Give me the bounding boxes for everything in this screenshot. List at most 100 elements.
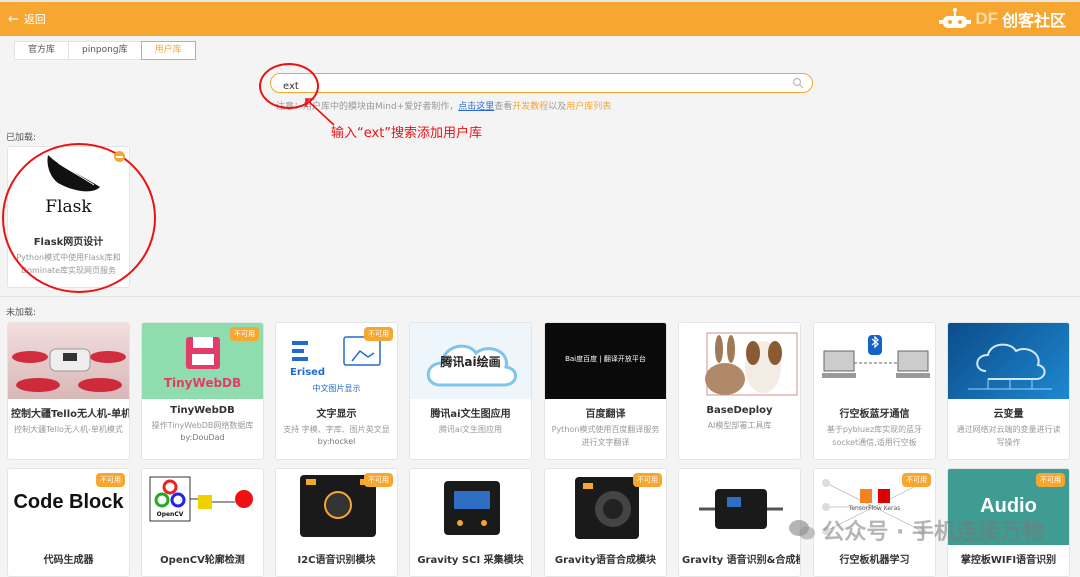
wechat-icon	[789, 520, 816, 540]
card-title: Gravity语音合成模块	[554, 555, 657, 566]
library-card-gravity-sci[interactable]: Gravity SCI 采集模块	[409, 468, 532, 577]
card-desc: 腾讯ai文生图应用	[438, 425, 503, 434]
unloaded-label: 未加载:	[6, 308, 37, 318]
library-card-tencent-ai[interactable]: 腾讯ai绘画 腾讯ai文生图应用 腾讯ai文生图应用	[409, 322, 532, 460]
brand-name: 创客社区	[1001, 11, 1066, 30]
search-box	[270, 73, 813, 95]
tab-pinpong[interactable]: pinpong库	[68, 41, 142, 60]
erised-text: Erised	[290, 367, 326, 378]
card-desc: Python模式使用百度翻译服务进行文字翻译	[551, 425, 660, 447]
library-card-tinywebdb[interactable]: 不可用 TinyWebDB TinyWebDB 操作TinyWebDB网络数据库…	[141, 322, 264, 460]
card-title: 文字显示	[316, 409, 357, 420]
card-author: by:hockel	[317, 437, 356, 446]
card-desc: 控制大疆Tello无人机-单机模式	[14, 425, 123, 434]
tello-thumb	[8, 323, 129, 399]
annotation-text: 输入“ext”搜索添加用户库	[331, 126, 483, 141]
card-title: 掌控板WIFI语音识别	[960, 555, 1057, 566]
sci-module-board-icon	[444, 481, 500, 535]
basedeploy-thumb	[679, 323, 800, 399]
cloud-variable-thumb	[948, 323, 1069, 399]
loaded-label: 已加载:	[6, 133, 37, 143]
card-title: Gravity SCI 采集模块	[417, 555, 524, 566]
note-mid2: 以及	[548, 102, 567, 112]
voice-tts-board-icon	[699, 489, 783, 529]
library-card-gravity-tts[interactable]: 不可用 Gravity语音合成模块	[544, 468, 667, 577]
remove-library-button[interactable]	[114, 151, 125, 162]
flask-thumb: Flask	[8, 147, 129, 223]
unavailable-badge: 不可用	[1036, 473, 1065, 487]
erised-subtext: 中文图片显示	[312, 384, 361, 393]
drone-icon	[12, 348, 126, 392]
library-card-code-generator[interactable]: 不可用 Code Block 代码生成器	[7, 468, 130, 577]
library-card-i2c-voice[interactable]: 不可用 I2C语音识别模块	[275, 468, 398, 577]
dev-tutorial-link[interactable]: 开发教程	[512, 102, 548, 112]
tinywebdb-thumb-text: TinyWebDB	[163, 376, 242, 390]
brand-latin: DF	[975, 9, 998, 28]
unavailable-badge: 不可用	[633, 473, 662, 487]
note-mid1: 查看	[494, 102, 513, 112]
library-card-text-display[interactable]: 不可用 Erised 中文图片显示 文字显示 支持 字模、字库、图片英文显示 b…	[275, 322, 398, 460]
unavailable-badge: 不可用	[230, 327, 259, 341]
loaded-card-flask[interactable]: Flask Flask网页设计 Python模式中使用Flask库和Domina…	[7, 146, 130, 288]
click-here-link[interactable]: 点击这里	[458, 102, 494, 112]
back-arrow-icon: ←	[8, 11, 19, 27]
card-title: I2C语音识别模块	[297, 555, 376, 566]
library-card-opencv[interactable]: OpenCV OpenCV轮廓检测	[141, 468, 264, 577]
search-icon[interactable]	[792, 77, 804, 89]
card-title: 代码生成器	[43, 555, 94, 566]
tab-official[interactable]: 官方库	[14, 41, 70, 60]
unavailable-badge: 不可用	[96, 473, 125, 487]
card-desc: Python模式中使用Flask库和Dominate库实现网页服务	[16, 253, 121, 275]
card-title: BaseDeploy	[706, 405, 773, 416]
card-title: TinyWebDB	[170, 405, 235, 416]
tab-user[interactable]: 用户库	[140, 41, 196, 60]
back-label: 返回	[23, 13, 46, 26]
card-title: 百度翻译	[585, 409, 626, 420]
bluetooth-thumb	[814, 323, 935, 399]
cloud-network-icon	[968, 343, 1052, 390]
library-card-cloud-variable[interactable]: 云变量 通过网络对云端的变量进行读写操作	[947, 322, 1070, 460]
code-block-thumb-text: Code Block	[13, 491, 124, 513]
card-title: 云变量	[993, 409, 1024, 420]
wechat-watermark: 公众号 · 手机连接万物	[788, 514, 1044, 546]
robot-logo-icon	[939, 8, 972, 28]
unavailable-badge: 不可用	[902, 473, 931, 487]
opencv-thumb-text: OpenCV	[156, 511, 184, 518]
library-list-link[interactable]: 用户库列表	[566, 102, 611, 112]
tencent-ai-thumb-text: 腾讯ai绘画	[440, 355, 501, 369]
card-desc: 操作TinyWebDB网络数据库	[151, 421, 254, 430]
tencent-ai-thumb: 腾讯ai绘画	[410, 323, 531, 399]
watermark-text: 公众号 · 手机连接万物	[822, 520, 1044, 545]
card-desc: 通过网络对云端的变量进行读写操作	[956, 425, 1061, 447]
library-card-tello[interactable]: 控制大疆Tello无人机-单机模式 控制大疆Tello无人机-单机模式	[7, 322, 130, 460]
gravity-sci-thumb	[410, 469, 531, 545]
card-title: Flask网页设计	[33, 237, 104, 248]
search-input[interactable]	[271, 78, 781, 95]
gravity-voice-tts-thumb	[679, 469, 800, 545]
card-title: OpenCV轮廓检测	[160, 555, 245, 566]
baidu-thumb-text: Bai度百度 | 翻译开放平台	[565, 355, 646, 363]
card-title: 行空板蓝牙通信	[839, 409, 910, 420]
library-tabs: 官方库 pinpong库 用户库	[14, 41, 196, 60]
baidu-thumb: Bai度百度 | 翻译开放平台	[545, 323, 666, 399]
top-bar: ← 返回 DF 创客社区	[0, 0, 1080, 36]
ml-thumb-text: TensorFlow Keras	[848, 505, 901, 512]
card-title: 行空板机器学习	[839, 555, 910, 566]
library-card-bluetooth[interactable]: 行空板蓝牙通信 基于pybluez库实现的蓝牙socket通信,适用行空板	[813, 322, 936, 460]
card-desc: 支持 字模、字库、图片英文显示	[283, 425, 390, 434]
section-divider	[0, 296, 1080, 297]
flask-logo-text: Flask	[45, 197, 92, 217]
back-button[interactable]: ← 返回	[8, 11, 46, 27]
unavailable-badge: 不可用	[364, 327, 393, 341]
brand-logo: DF 创客社区	[939, 7, 1066, 31]
card-title: 腾讯ai文生图应用	[430, 409, 511, 420]
library-card-basedeploy[interactable]: BaseDeploy AI模型部署工具库	[678, 322, 801, 460]
rabbit-dog-image-icon	[705, 332, 798, 396]
opencv-thumb: OpenCV	[142, 469, 263, 545]
opencv-logo-icon	[149, 476, 253, 522]
card-author: by:DouDad	[180, 433, 225, 442]
library-card-gravity-voice-tts[interactable]: Gravity 语音识别&合成模块	[678, 468, 801, 577]
library-card-baidu-translate[interactable]: Bai度百度 | 翻译开放平台 百度翻译 Python模式使用百度翻译服务进行文…	[544, 322, 667, 460]
card-desc: 基于pybluez库实现的蓝牙socket通信,适用行空板	[826, 425, 923, 447]
card-title: Gravity 语音识别&合成模块	[682, 555, 800, 566]
